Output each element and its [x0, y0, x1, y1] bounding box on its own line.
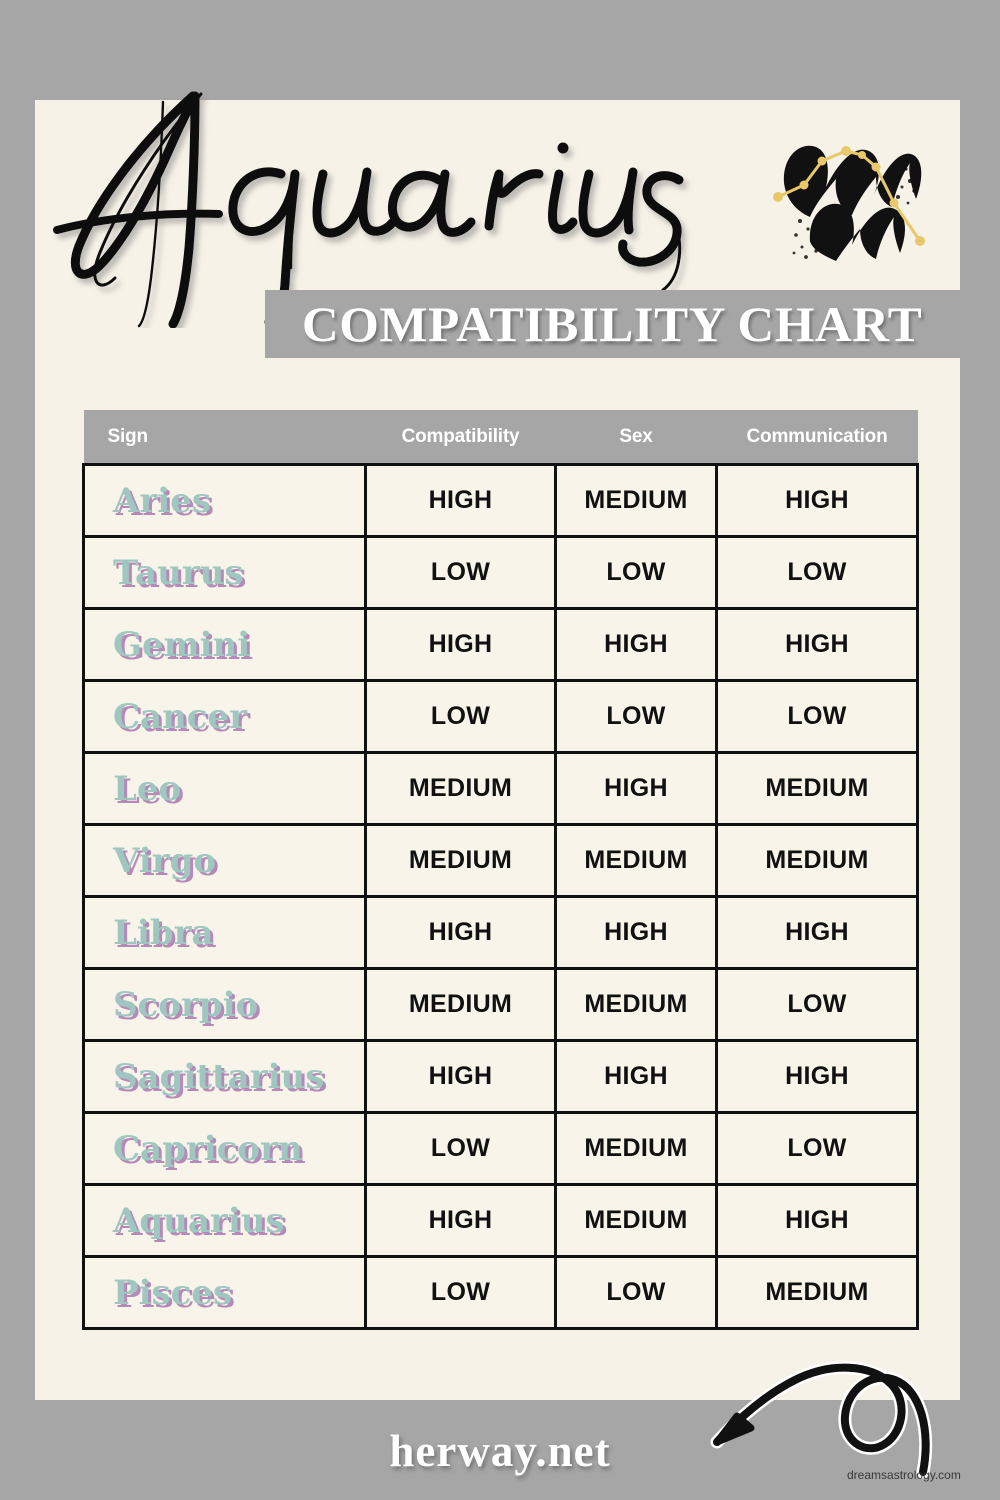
cell-sign: Aries — [82, 463, 367, 538]
cell-sign: Aquarius — [82, 1183, 367, 1258]
cell-communication: MEDIUM — [715, 751, 919, 826]
table-row: Scorpio MEDIUM MEDIUM LOW — [82, 967, 919, 1042]
poster-card: COMPATIBILITY CHART Sign Compatibility S… — [35, 91, 960, 1400]
cell-communication: HIGH — [715, 463, 919, 538]
cell-sign: Capricorn — [82, 1111, 367, 1186]
cell-communication: LOW — [715, 679, 919, 754]
source-watermark: dreamsastrology.com — [847, 1468, 961, 1482]
table-row: Aquarius HIGH MEDIUM HIGH — [82, 1183, 919, 1258]
cell-sex: HIGH — [554, 607, 718, 682]
table-row: Pisces LOW LOW MEDIUM — [82, 1255, 919, 1330]
compatibility-table-wrap: Sign Compatibility Sex Communication Ari… — [82, 410, 919, 1330]
subtitle-text: COMPATIBILITY CHART — [302, 296, 923, 352]
column-header-sign: Sign — [83, 410, 366, 465]
table-row: Capricorn LOW MEDIUM LOW — [82, 1111, 919, 1186]
cell-communication: HIGH — [715, 895, 919, 970]
table-head: Sign Compatibility Sex Communication — [83, 410, 918, 465]
cell-sex: HIGH — [554, 895, 718, 970]
table-header-row: Sign Compatibility Sex Communication — [83, 410, 918, 465]
cell-sex: MEDIUM — [554, 967, 718, 1042]
cell-compatibility: MEDIUM — [364, 823, 557, 898]
cell-communication: HIGH — [715, 607, 919, 682]
column-header-communication: Communication — [716, 410, 918, 465]
aquarius-glyph-icon — [770, 125, 945, 270]
cell-compatibility: HIGH — [364, 1039, 557, 1114]
cell-sex: LOW — [554, 1255, 718, 1330]
table-row: Sagittarius HIGH HIGH HIGH — [82, 1039, 919, 1114]
table-row: Gemini HIGH HIGH HIGH — [82, 607, 919, 682]
cell-sign: Cancer — [82, 679, 367, 754]
column-header-compatibility: Compatibility — [365, 410, 556, 465]
cell-compatibility: HIGH — [364, 895, 557, 970]
cell-communication: HIGH — [715, 1039, 919, 1114]
cell-sex: MEDIUM — [554, 463, 718, 538]
cell-compatibility: LOW — [364, 1255, 557, 1330]
column-header-sex: Sex — [555, 410, 717, 465]
table-row: Taurus LOW LOW LOW — [82, 535, 919, 610]
compatibility-table: Sign Compatibility Sex Communication Ari… — [82, 410, 919, 1330]
table-row: Virgo MEDIUM MEDIUM MEDIUM — [82, 823, 919, 898]
cell-sex: HIGH — [554, 751, 718, 826]
table-body: Aries HIGH MEDIUM HIGH Taurus LOW LOW LOW Gemini… — [82, 463, 919, 1330]
cell-compatibility: LOW — [364, 535, 557, 610]
cell-compatibility: MEDIUM — [364, 967, 557, 1042]
cell-sign: Virgo — [82, 823, 367, 898]
cell-communication: LOW — [715, 535, 919, 610]
table-row: Cancer LOW LOW LOW — [82, 679, 919, 754]
cell-compatibility: HIGH — [364, 1183, 557, 1258]
table-row: Leo MEDIUM HIGH MEDIUM — [82, 751, 919, 826]
cell-compatibility: LOW — [364, 679, 557, 754]
cell-sign: Scorpio — [82, 967, 367, 1042]
cell-compatibility: MEDIUM — [364, 751, 557, 826]
cell-compatibility: LOW — [364, 1111, 557, 1186]
cell-communication: MEDIUM — [715, 823, 919, 898]
cell-communication: MEDIUM — [715, 1255, 919, 1330]
cell-sign: Taurus — [82, 535, 367, 610]
table-row: Libra HIGH HIGH HIGH — [82, 895, 919, 970]
cell-sex: LOW — [554, 535, 718, 610]
table-row: Aries HIGH MEDIUM HIGH — [82, 463, 919, 538]
cell-sign: Leo — [82, 751, 367, 826]
cell-sex: MEDIUM — [554, 823, 718, 898]
cell-sign: Pisces — [82, 1255, 367, 1330]
cell-communication: LOW — [715, 967, 919, 1042]
title-band — [35, 91, 960, 328]
subtitle-banner: COMPATIBILITY CHART — [265, 290, 960, 358]
cell-sign: Gemini — [82, 607, 367, 682]
cell-compatibility: HIGH — [364, 607, 557, 682]
cell-sex: LOW — [554, 679, 718, 754]
cell-sign: Libra — [82, 895, 367, 970]
cell-communication: HIGH — [715, 1183, 919, 1258]
cell-sign: Sagittarius — [82, 1039, 367, 1114]
cell-sex: MEDIUM — [554, 1111, 718, 1186]
cell-sex: MEDIUM — [554, 1183, 718, 1258]
cell-compatibility: HIGH — [364, 463, 557, 538]
cell-sex: HIGH — [554, 1039, 718, 1114]
cell-communication: LOW — [715, 1111, 919, 1186]
